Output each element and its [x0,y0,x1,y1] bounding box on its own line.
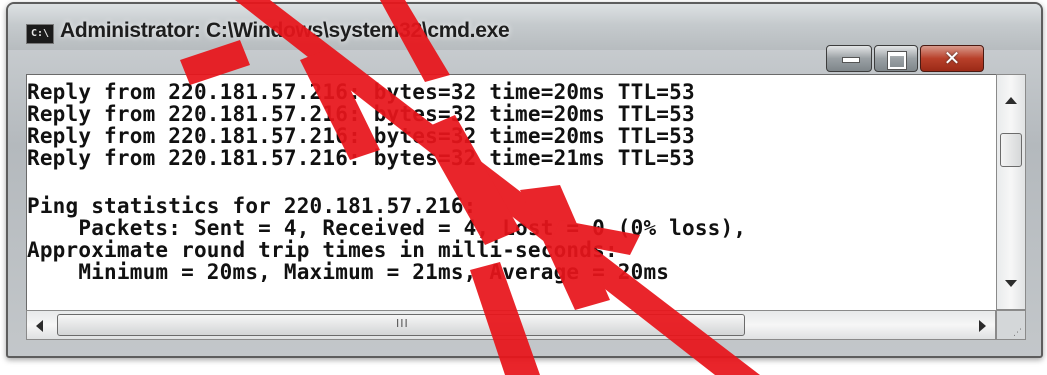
minimize-icon [842,57,860,63]
scroll-left-icon[interactable] [36,320,43,332]
close-icon: ✕ [943,46,961,70]
console-line: Reply from 220.181.57.216: bytes=32 time… [27,102,695,126]
horizontal-scrollbar[interactable]: III [26,310,996,340]
cmd-window-icon[interactable]: C:\ [26,24,54,44]
console-line: Reply from 220.181.57.216: bytes=32 time… [27,124,695,148]
scroll-up-icon[interactable] [1005,97,1017,104]
console-line: Approximate round trip times in milli-se… [27,238,618,262]
console-line: Reply from 220.181.57.216: bytes=32 time… [27,80,695,104]
size-grip[interactable]: ⋰ [996,310,1026,340]
thumb-grip-icon: III [396,317,409,330]
close-button[interactable]: ✕ [920,45,984,72]
title-bar[interactable]: C:\ Administrator: C:\Windows\system32\c… [8,4,1041,50]
vertical-scrollbar[interactable] [996,74,1026,310]
console-output[interactable]: Reply from 220.181.57.216: bytes=32 time… [26,74,998,312]
console-line: Packets: Sent = 4, Received = 4, Lost = … [27,216,747,240]
maximize-button[interactable] [874,45,918,72]
console-line: Ping statistics for 220.181.57.216: [27,194,477,218]
scroll-right-icon[interactable] [979,320,986,332]
scroll-down-icon[interactable] [1005,280,1017,287]
minimize-button[interactable] [826,45,872,72]
console-line: Reply from 220.181.57.216: bytes=32 time… [27,146,695,170]
maximize-icon [887,51,907,70]
horizontal-scroll-thumb[interactable]: III [57,314,745,336]
vertical-scroll-thumb[interactable] [1000,133,1022,167]
console-line: Minimum = 20ms, Maximum = 21ms, Average … [27,260,670,284]
size-grip-icon: ⋰ [1013,328,1022,338]
window-title: Administrator: C:\Windows\system32\cmd.e… [60,19,510,42]
